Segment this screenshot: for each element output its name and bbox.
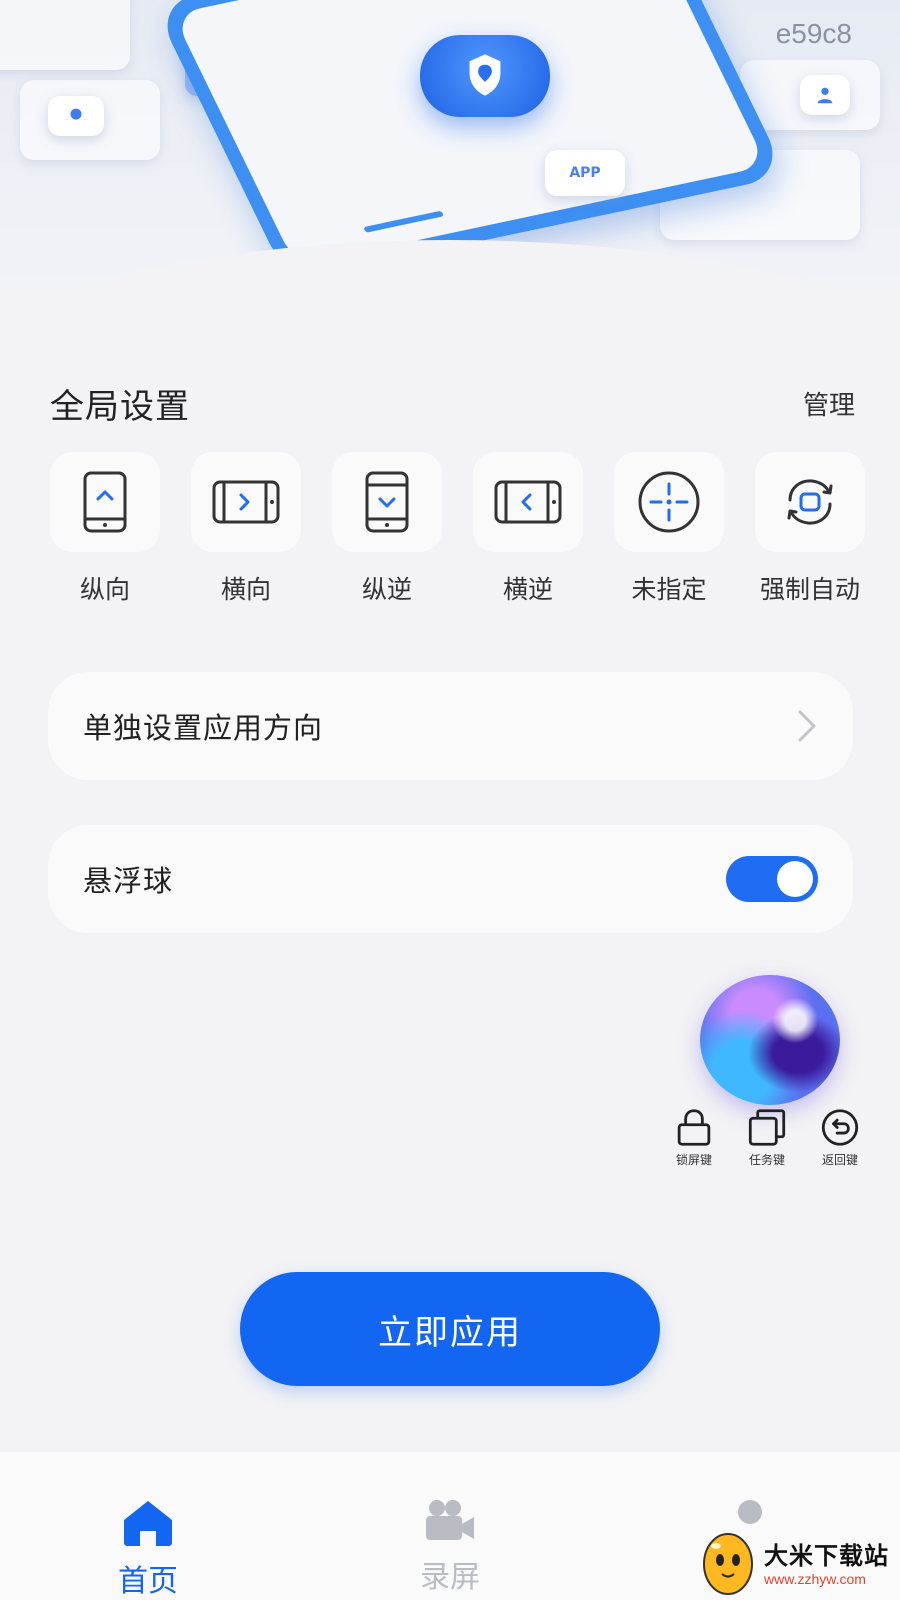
shield-icon — [420, 35, 550, 117]
row-label: 单独设置应用方向 — [83, 711, 324, 745]
mode-tile — [755, 452, 865, 552]
unspecified-icon — [638, 471, 700, 533]
home-icon — [124, 1501, 172, 1546]
video-camera-icon — [426, 1500, 474, 1540]
mode-label: 横向 — [220, 575, 271, 604]
global-settings-header: 全局设置 管理 — [50, 378, 855, 428]
back-icon — [821, 1109, 859, 1146]
hero-deco-card — [0, 0, 130, 70]
floating-ball-row: 悬浮球 — [48, 825, 853, 933]
mode-force-auto[interactable]: 强制自动 — [755, 452, 865, 612]
mode-label: 纵逆 — [361, 575, 412, 604]
reverse-landscape-icon — [494, 480, 562, 524]
watermark-name: 大米下载站 — [764, 1541, 889, 1570]
mode-reverse-landscape[interactable]: 横逆 — [473, 452, 583, 612]
hero-user-icon — [800, 75, 850, 115]
lock-icon — [677, 1109, 711, 1146]
app-screen: APP e59c8 全局设置 管理 纵向 横向 纵逆 横逆 未指定 强制自动 单… — [0, 0, 900, 1600]
floating-ball-quick-keys: 锁屏键 任务键 返回键 — [662, 1108, 872, 1168]
hero-banner: APP e59c8 — [0, 0, 900, 290]
floating-ball-orb[interactable] — [700, 975, 840, 1105]
landscape-icon — [212, 480, 280, 524]
mode-portrait[interactable]: 纵向 — [50, 452, 160, 612]
lock-screen-key[interactable]: 锁屏键 — [662, 1108, 726, 1168]
mode-reverse-portrait[interactable]: 纵逆 — [332, 452, 442, 612]
mode-tile — [191, 452, 301, 552]
mode-label: 横逆 — [502, 575, 553, 604]
task-key[interactable]: 任务键 — [735, 1108, 799, 1168]
orientation-modes: 纵向 横向 纵逆 横逆 未指定 强制自动 — [50, 452, 900, 612]
hero-location-icon — [48, 96, 104, 136]
mode-label: 强制自动 — [759, 575, 860, 604]
quick-key-label: 锁屏键 — [675, 1153, 712, 1167]
site-watermark: 大米下载站 www.zzhyw.com — [700, 1522, 900, 1600]
manage-link[interactable]: 管理 — [803, 385, 855, 422]
portrait-icon — [83, 471, 127, 533]
quick-key-label: 任务键 — [748, 1153, 785, 1167]
hero-code-label: e59c8 — [775, 18, 852, 49]
egg-mascot-logo — [703, 1533, 753, 1595]
per-app-orientation-row[interactable]: 单独设置应用方向 — [48, 672, 853, 780]
nav-label: 首页 — [118, 1564, 178, 1599]
reverse-portrait-icon — [365, 471, 409, 533]
mode-tile — [473, 452, 583, 552]
mode-landscape[interactable]: 横向 — [191, 452, 301, 612]
mode-label: 未指定 — [631, 575, 707, 604]
mode-unspecified[interactable]: 未指定 — [614, 452, 724, 612]
nav-record[interactable]: 录屏 — [390, 1498, 510, 1596]
section-title: 全局设置 — [50, 386, 190, 427]
quick-key-label: 返回键 — [821, 1153, 858, 1167]
floating-ball-toggle[interactable] — [726, 856, 818, 902]
nav-home[interactable]: 首页 — [88, 1498, 208, 1600]
mode-tile — [50, 452, 160, 552]
row-label: 悬浮球 — [83, 864, 174, 898]
mode-tile — [614, 452, 724, 552]
recent-tasks-icon — [748, 1109, 786, 1146]
chevron-right-icon — [798, 710, 816, 742]
watermark-text: 大米下载站 www.zzhyw.com — [764, 1536, 889, 1587]
toggle-knob — [777, 861, 813, 897]
force-auto-rotate-icon — [787, 479, 833, 525]
nav-label: 录屏 — [420, 1560, 480, 1595]
apply-now-button[interactable]: 立即应用 — [240, 1272, 660, 1386]
back-key[interactable]: 返回键 — [808, 1108, 872, 1168]
mode-label: 纵向 — [79, 575, 130, 604]
hero-curve — [0, 240, 900, 290]
hero-app-badge: APP — [545, 150, 625, 196]
watermark-url: www.zzhyw.com — [764, 1570, 866, 1587]
mode-tile — [332, 452, 442, 552]
